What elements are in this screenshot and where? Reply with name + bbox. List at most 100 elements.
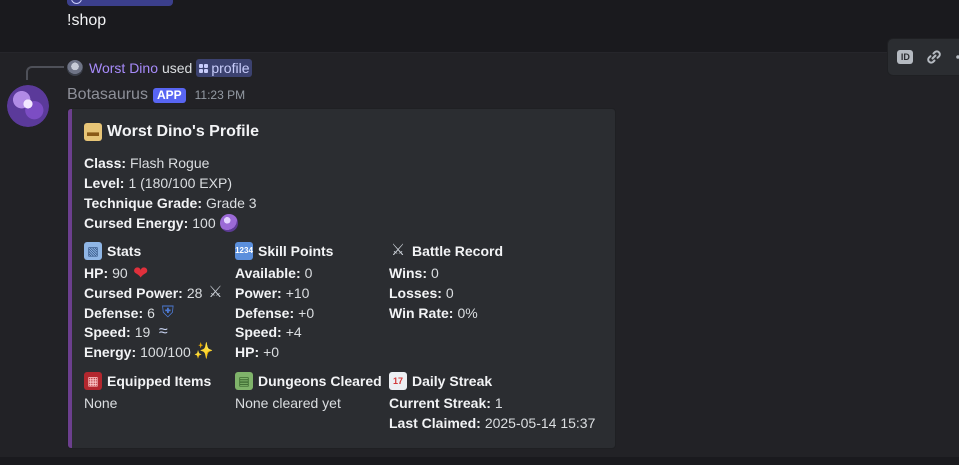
skill-defense: Defense: +0 (235, 303, 314, 323)
skill-hp: HP: +0 (235, 342, 279, 362)
command-reply: Worst Dino used profile (67, 58, 253, 78)
daily-streak-last-claimed: Last Claimed: 2025-05-14 15:37 (389, 413, 595, 433)
map-icon: ▤ (235, 372, 253, 390)
bot-avatar[interactable] (7, 85, 49, 127)
info-label: Class: (84, 155, 127, 171)
skill-power: Power: +10 (235, 283, 309, 303)
stat-speed: Speed: 19 ≈ (84, 322, 172, 342)
stat-value: 19 (134, 324, 151, 340)
battle-wins: Wins: 0 (389, 263, 439, 283)
app-badge: APP (152, 87, 186, 103)
battle-losses: Losses: 0 (389, 283, 454, 303)
crystal-ball-icon (219, 214, 238, 232)
battle-record-field-title: ⚔ Battle Record (389, 241, 503, 261)
stat-cursed-power: Cursed Power: 28 ⚔ (84, 283, 224, 303)
stats-field-title: ▧ Stats (84, 241, 141, 261)
info-label: Level: (84, 175, 125, 191)
battle-value: 0% (457, 305, 478, 321)
bar-chart-icon: ▧ (84, 242, 102, 260)
mention-icon (71, 0, 82, 4)
embed-title: ▬ Worst Dino's Profile (84, 123, 259, 141)
calendar-icon: 17 (389, 372, 407, 390)
skill-speed: Speed: +4 (235, 322, 302, 342)
stat-defense: Defense: 6 ⛨ (84, 303, 177, 323)
equipped-items-field-title: ▦ Equipped Items (84, 371, 211, 391)
info-value: Grade 3 (205, 195, 257, 211)
command-chip[interactable]: profile (196, 59, 253, 77)
heart-icon: ❤ (133, 263, 149, 283)
skill-points-title: Skill Points (258, 243, 334, 259)
copy-link-button[interactable] (923, 45, 946, 69)
stat-value: 90 (112, 265, 128, 281)
skill-label: HP: (235, 344, 260, 360)
more-button[interactable] (951, 45, 959, 69)
stat-label: Defense: (84, 305, 144, 321)
streak-label: Current Streak: (389, 395, 491, 411)
stat-energy: Energy: 100/100 ✨ (84, 342, 214, 362)
daily-streak-field-title: 17 Daily Streak (389, 371, 492, 391)
stat-value: 100/100 (140, 344, 191, 360)
shield-icon: ⛨ (161, 304, 174, 321)
numbers-icon: 1234 (235, 242, 253, 260)
battle-value: 0 (430, 265, 439, 281)
skill-label: Power: (235, 285, 282, 301)
battle-value: 0 (445, 285, 454, 301)
slash-command-icon (199, 63, 209, 73)
embed-title-text: Worst Dino's Profile (107, 123, 259, 140)
skill-value: +10 (285, 285, 310, 301)
profile-embed: ▬ Worst Dino's Profile Class: Flash Rogue… (67, 108, 616, 449)
reply-action: used (161, 60, 193, 76)
stat-label: Speed: (84, 324, 131, 340)
bot-username[interactable]: Botasaurus (67, 86, 148, 104)
message-toolbar: ID (887, 38, 959, 76)
copy-id-button[interactable]: ID (894, 45, 917, 69)
crossed-swords-icon: ⚔ (208, 284, 223, 301)
gift-icon: ▦ (84, 372, 102, 390)
battle-label: Wins: (389, 265, 427, 281)
stat-value: 28 (186, 285, 203, 301)
equipped-items-text: None (84, 395, 118, 411)
battle-label: Win Rate: (389, 305, 454, 321)
stat-label: Cursed Power: (84, 285, 183, 301)
sparkles-icon: ✨ (193, 343, 214, 360)
previous-message-text: !shop (67, 12, 107, 29)
skill-value: +4 (285, 324, 302, 340)
streak-value: 1 (494, 395, 503, 411)
previous-mention-chip[interactable] (67, 0, 173, 6)
dungeons-cleared-value: None cleared yet (235, 393, 341, 413)
skill-label: Speed: (235, 324, 282, 340)
chat-bottom (0, 457, 959, 465)
skill-points-field-title: 1234 Skill Points (235, 241, 333, 261)
message-timestamp[interactable]: 11:23 PM (195, 88, 245, 102)
equipped-items-title: Equipped Items (107, 373, 212, 389)
message-header: Botasaurus APP 11:23 PM (67, 85, 245, 105)
skill-value: 0 (304, 265, 313, 281)
more-icon (955, 55, 959, 59)
dungeons-cleared-field-title: ▤ Dungeons Cleared (235, 371, 382, 391)
info-level: Level: 1 (180/100 EXP) (84, 173, 232, 193)
embed-accent-bar (68, 109, 72, 448)
reply-spine (26, 66, 64, 80)
info-value: 1 (180/100 EXP) (128, 175, 232, 191)
info-label: Technique Grade: (84, 195, 202, 211)
crossed-swords-icon: ⚔ (390, 242, 406, 259)
stat-label: Energy: (84, 344, 137, 360)
equipped-items-value: None (84, 393, 117, 413)
skill-available: Available: 0 (235, 263, 312, 283)
reply-username[interactable]: Worst Dino (89, 60, 158, 76)
streak-label: Last Claimed: (389, 415, 481, 431)
command-name: profile (211, 60, 250, 76)
dungeons-cleared-title: Dungeons Cleared (258, 373, 382, 389)
stats-title: Stats (107, 243, 142, 259)
scroll-icon: ▬ (84, 123, 102, 141)
reply-user-avatar[interactable] (67, 60, 83, 76)
daily-streak-current: Current Streak: 1 (389, 393, 503, 413)
daily-streak-title: Daily Streak (412, 373, 493, 389)
dash-icon: ≈ (158, 323, 168, 340)
info-cursed-energy: Cursed Energy: 100 (84, 213, 238, 233)
battle-win-rate: Win Rate: 0% (389, 303, 478, 323)
stat-hp: HP: 90 ❤ (84, 263, 150, 283)
info-value: 100 (192, 215, 216, 231)
link-icon (927, 50, 941, 64)
battle-record-title: Battle Record (412, 243, 504, 259)
